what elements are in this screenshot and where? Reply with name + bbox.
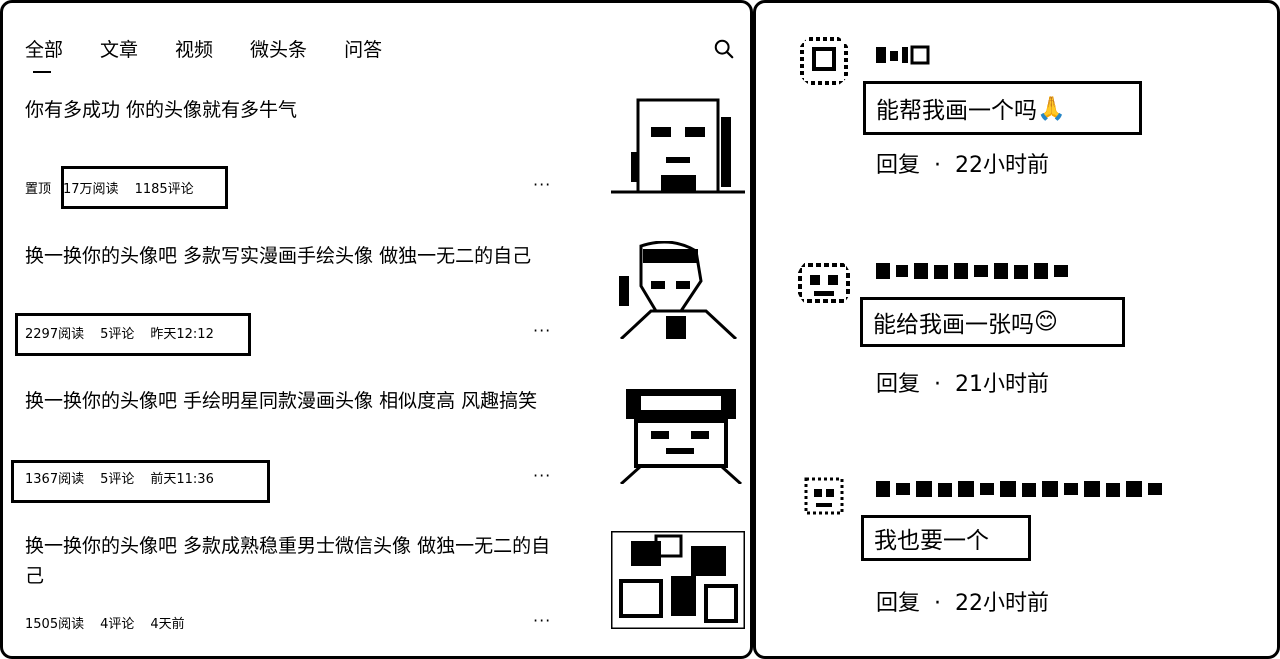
comment-footer: 回复 · 22小时前 — [876, 147, 1049, 179]
tab-all[interactable]: 全部 — [25, 35, 63, 73]
avatar[interactable] — [796, 255, 852, 311]
comment-count: 5评论 — [100, 327, 135, 342]
username-redacted — [876, 479, 1164, 499]
article-thumbnail[interactable] — [611, 241, 745, 339]
read-count: 17万阅读 — [63, 182, 119, 197]
pinned-badge: 置顶 — [25, 182, 52, 197]
tab-articles[interactable]: 文章 — [100, 35, 138, 62]
more-icon[interactable]: ··· — [533, 175, 551, 194]
comment-count: 5评论 — [100, 472, 135, 487]
tab-videos[interactable]: 视频 — [175, 35, 213, 62]
article-meta: 置顶 17万阅读 1185评论 — [25, 178, 210, 197]
read-count: 1367阅读 — [25, 472, 85, 487]
read-count: 1505阅读 — [25, 617, 85, 632]
article-thumbnail[interactable] — [611, 386, 745, 484]
publish-time: 4天前 — [150, 617, 185, 632]
comment-item: 我也要一个 回复 · 22小时前 — [756, 465, 1280, 635]
more-icon[interactable]: ··· — [533, 321, 551, 340]
comment-body: 能给我画一张吗 — [873, 312, 1034, 338]
comment-text: 能给我画一张吗 😊 — [860, 297, 1125, 347]
comments-panel: 能帮我画一个吗 🙏 回复 · 22小时前 能给我画一张吗 😊 回复 · 21小时前 — [753, 0, 1280, 659]
comment-item: 能给我画一张吗 😊 回复 · 21小时前 — [756, 251, 1280, 421]
emoji-icon: 😊 — [1034, 309, 1058, 335]
reply-button[interactable]: 回复 — [876, 591, 920, 616]
article-item[interactable]: 换一换你的头像吧 手绘明星同款漫画头像 相似度高 风趣搞笑 1367阅读 5评论… — [11, 386, 745, 506]
article-title[interactable]: 换一换你的头像吧 多款成熟稳重男士微信头像 做独一无二的自己 — [25, 531, 555, 591]
separator: · — [934, 372, 942, 397]
article-meta: 2297阅读 5评论 昨天12:12 — [25, 323, 230, 342]
article-thumbnail[interactable] — [611, 97, 745, 195]
publish-time: 昨天12:12 — [150, 327, 214, 342]
article-meta: 1505阅读 4评论 4天前 — [25, 613, 201, 632]
comment-footer: 回复 · 21小时前 — [876, 366, 1049, 398]
username-redacted — [876, 45, 934, 65]
comment-count: 4评论 — [100, 617, 135, 632]
username-redacted — [876, 261, 1071, 281]
separator: · — [934, 591, 942, 616]
avatar[interactable] — [796, 33, 852, 89]
reply-button[interactable]: 回复 — [876, 372, 920, 397]
article-title[interactable]: 换一换你的头像吧 手绘明星同款漫画头像 相似度高 风趣搞笑 — [25, 386, 555, 416]
comment-text: 我也要一个 — [861, 515, 1031, 561]
emoji-icon: 🙏 — [1037, 95, 1066, 122]
separator: · — [934, 153, 942, 178]
tab-bar: 全部 文章 视频 微头条 问答 — [25, 35, 419, 73]
comment-time: 22小时前 — [955, 153, 1050, 178]
article-list-panel: 全部 文章 视频 微头条 问答 你有多成功 你的头像就有多牛气 置顶 17万阅读… — [0, 0, 753, 659]
tab-micro-posts[interactable]: 微头条 — [250, 35, 307, 62]
article-item[interactable]: 换一换你的头像吧 多款写实漫画手绘头像 做独一无二的自己 2297阅读 5评论 … — [15, 241, 745, 361]
comment-body: 我也要一个 — [874, 528, 989, 554]
comment-body: 能帮我画一个吗 — [876, 98, 1037, 124]
avatar[interactable] — [796, 469, 852, 525]
search-icon[interactable] — [713, 38, 735, 60]
comment-time: 22小时前 — [955, 591, 1050, 616]
comment-item: 能帮我画一个吗 🙏 回复 · 22小时前 — [756, 31, 1280, 201]
article-title[interactable]: 换一换你的头像吧 多款写实漫画手绘头像 做独一无二的自己 — [25, 241, 555, 271]
article-item[interactable]: 你有多成功 你的头像就有多牛气 置顶 17万阅读 1185评论 ··· — [25, 95, 745, 209]
article-title[interactable]: 你有多成功 你的头像就有多牛气 — [25, 95, 555, 125]
publish-time: 前天11:36 — [150, 472, 214, 487]
more-icon[interactable]: ··· — [533, 466, 551, 485]
comment-time: 21小时前 — [955, 372, 1050, 397]
tab-qa[interactable]: 问答 — [344, 35, 382, 62]
article-meta: 1367阅读 5评论 前天11:36 — [25, 468, 230, 487]
comment-count: 1185评论 — [134, 182, 194, 197]
article-item[interactable]: 换一换你的头像吧 多款成熟稳重男士微信头像 做独一无二的自己 1505阅读 4评… — [25, 531, 745, 641]
comment-footer: 回复 · 22小时前 — [876, 585, 1049, 617]
article-thumbnail[interactable] — [611, 531, 745, 629]
reply-button[interactable]: 回复 — [876, 153, 920, 178]
comment-text: 能帮我画一个吗 🙏 — [863, 81, 1142, 135]
more-icon[interactable]: ··· — [533, 611, 551, 630]
read-count: 2297阅读 — [25, 327, 85, 342]
